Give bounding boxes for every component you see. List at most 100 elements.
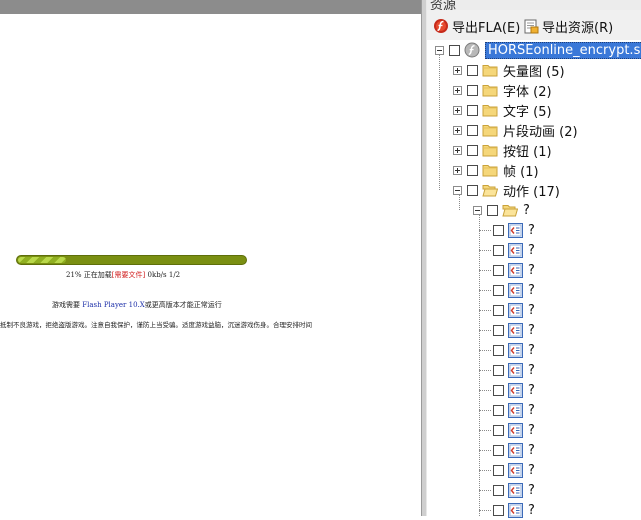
export-resources-button[interactable]: 导出资源(R): [523, 16, 613, 36]
export-resources-label: 导出资源(R): [542, 20, 614, 36]
health-notice-text: 抵制不良游戏，拒绝盗版游戏。注意自我保护，谨防上当受骗。适度游戏益脑，沉迷游戏伤…: [0, 321, 312, 329]
tree-action-item[interactable]: ?: [479, 420, 535, 440]
loading-speed: 0kb/s: [147, 271, 167, 279]
loading-warning: [需要文件]: [111, 271, 146, 279]
loading-progress-bar: [16, 255, 247, 265]
tree-checkbox[interactable]: [493, 444, 504, 456]
tree-checkbox[interactable]: [493, 264, 504, 276]
tree-folder-node[interactable]: 帧 (1): [453, 160, 539, 180]
tree-checkbox[interactable]: [487, 204, 498, 216]
tree-action-item[interactable]: ?: [479, 380, 535, 400]
tree-action-item[interactable]: ?: [479, 460, 535, 480]
tree-folder-node[interactable]: 文字 (5): [453, 100, 552, 120]
tree-subfolder-node[interactable]: ?: [473, 200, 530, 220]
tree-checkbox[interactable]: [467, 164, 478, 176]
resources-toolbar: 导出FLA(E) 导出资源(R): [427, 10, 641, 41]
tree-checkbox[interactable]: [493, 504, 504, 516]
tree-checkbox[interactable]: [493, 224, 504, 236]
tree-action-item[interactable]: ?: [479, 320, 535, 340]
tree-folder-label: 按钮 (1): [503, 144, 552, 160]
action-script-icon: [508, 302, 523, 318]
tree-checkbox[interactable]: [493, 344, 504, 356]
tree-action-item[interactable]: ?: [479, 220, 535, 240]
swf-preview-pane[interactable]: 21% 正在加载[需要文件] 0kb/s 1/2 游戏需要 Flash Play…: [0, 0, 421, 516]
resource-tree: HORSEonline_encrypt.swf 矢量图 (5) 字体 (2) 文…: [427, 40, 641, 518]
tree-checkbox[interactable]: [493, 364, 504, 376]
tree-checkbox[interactable]: [467, 84, 478, 96]
tree-checkbox[interactable]: [467, 104, 478, 116]
expand-toggle[interactable]: [453, 145, 462, 155]
tree-action-item[interactable]: ?: [479, 280, 535, 300]
tree-action-item[interactable]: ?: [479, 360, 535, 380]
tree-action-label: ?: [528, 242, 535, 258]
tree-action-item[interactable]: ?: [479, 500, 535, 520]
tree-action-item[interactable]: ?: [479, 340, 535, 360]
action-script-icon: [508, 482, 523, 498]
tree-action-item[interactable]: ?: [479, 260, 535, 280]
tree-checkbox[interactable]: [493, 484, 504, 496]
action-script-icon: [508, 402, 523, 418]
tree-connector-branch: [479, 249, 491, 251]
export-fla-button[interactable]: 导出FLA(E): [433, 16, 520, 36]
folder-open-icon: [502, 205, 518, 217]
export-fla-icon: [434, 19, 448, 33]
expand-toggle[interactable]: [453, 105, 462, 115]
folder-icon: [482, 105, 498, 117]
tree-checkbox[interactable]: [493, 464, 504, 476]
tree-checkbox[interactable]: [493, 384, 504, 396]
tree-action-item[interactable]: ?: [479, 240, 535, 260]
tree-checkbox[interactable]: [493, 324, 504, 336]
tree-action-item[interactable]: ?: [479, 480, 535, 500]
tree-checkbox[interactable]: [449, 44, 460, 56]
folder-icon: [482, 125, 498, 137]
tree-action-item[interactable]: ?: [479, 440, 535, 460]
tree-action-label: ?: [528, 262, 535, 278]
collapse-toggle[interactable]: [435, 45, 444, 55]
tree-root-node[interactable]: HORSEonline_encrypt.swf: [435, 40, 641, 60]
panel-title-bar: 资源: [427, 0, 641, 10]
tree-action-label: ?: [528, 222, 535, 238]
expand-toggle[interactable]: [453, 65, 462, 75]
tree-connector-branch: [479, 409, 491, 411]
collapse-toggle[interactable]: [453, 185, 462, 195]
tree-connector-branch: [479, 349, 491, 351]
tree-folder-node[interactable]: 按钮 (1): [453, 140, 552, 160]
folder-icon: [482, 165, 498, 177]
tree-checkbox[interactable]: [493, 424, 504, 436]
resources-panel: 资源 导出FLA(E) 导出资源(R) HORSEonline_encrypt.…: [427, 0, 641, 518]
export-fla-label: 导出FLA(E): [452, 20, 521, 36]
tree-checkbox[interactable]: [493, 404, 504, 416]
loading-progress-fill: [18, 257, 66, 263]
tree-folder-node-actions[interactable]: 动作 (17): [453, 180, 560, 200]
action-script-icon: [508, 282, 523, 298]
action-script-icon: [508, 422, 523, 438]
tree-checkbox[interactable]: [493, 304, 504, 316]
tree-checkbox[interactable]: [467, 124, 478, 136]
action-script-icon: [508, 442, 523, 458]
loading-label: 正在加载: [83, 271, 112, 279]
tree-action-label: ?: [528, 322, 535, 338]
tree-folder-node[interactable]: 片段动画 (2): [453, 120, 578, 140]
tree-checkbox[interactable]: [493, 244, 504, 256]
tree-checkbox[interactable]: [467, 64, 478, 76]
tree-action-label: ?: [528, 402, 535, 418]
tree-connector-branch: [479, 329, 491, 331]
tree-folder-node[interactable]: 字体 (2): [453, 80, 552, 100]
folder-icon: [482, 85, 498, 97]
expand-toggle[interactable]: [453, 125, 462, 135]
collapse-toggle[interactable]: [473, 205, 482, 215]
tree-checkbox[interactable]: [467, 144, 478, 156]
action-script-icon: [508, 382, 523, 398]
action-script-icon: [508, 462, 523, 478]
action-script-icon: [508, 222, 523, 238]
expand-toggle[interactable]: [453, 165, 462, 175]
tree-folder-label: 矢量图 (5): [503, 64, 565, 80]
flash-player-link[interactable]: Flash Player 10.X: [82, 301, 145, 309]
tree-action-item[interactable]: ?: [479, 300, 535, 320]
preview-top-bar: [0, 0, 421, 14]
tree-checkbox[interactable]: [493, 284, 504, 296]
tree-folder-node[interactable]: 矢量图 (5): [453, 60, 565, 80]
expand-toggle[interactable]: [453, 85, 462, 95]
tree-checkbox[interactable]: [467, 184, 478, 196]
tree-action-item[interactable]: ?: [479, 400, 535, 420]
